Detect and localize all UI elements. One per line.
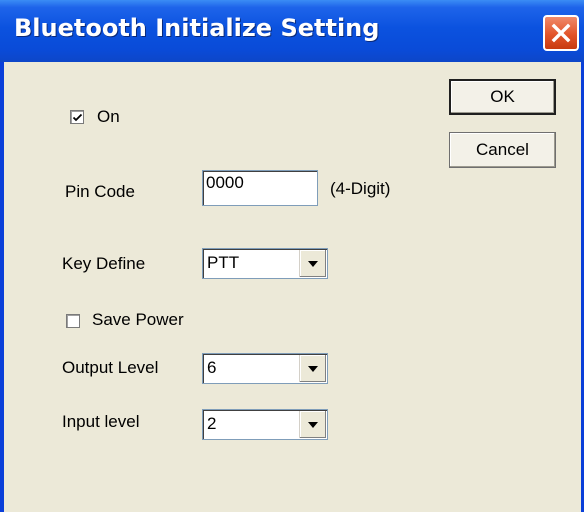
output-level-select[interactable]: 6 [202,353,328,384]
on-checkbox[interactable] [70,110,84,124]
key-define-label: Key Define [62,254,146,273]
pin-code-hint: (4-Digit) [330,179,391,198]
on-label: On [97,107,120,126]
output-level-value: 6 [207,358,217,377]
pin-code-input[interactable]: 0000 [202,170,318,206]
window-title: Bluetooth Initialize Setting [14,14,380,42]
output-level-label: Output Level [62,358,159,377]
dialog-window: Bluetooth Initialize Setting OK Cancel O… [0,0,584,512]
close-icon [550,22,572,44]
check-icon [72,113,83,122]
pin-code-label: Pin Code [65,182,135,201]
chevron-down-icon [308,365,318,372]
title-bar[interactable]: Bluetooth Initialize Setting [0,0,584,62]
save-power-checkbox[interactable] [66,314,80,328]
ok-button[interactable]: OK [449,79,556,115]
close-button[interactable] [543,15,579,51]
input-level-value: 2 [207,414,217,433]
key-define-value: PTT [207,253,240,272]
output-level-dropdown-button[interactable] [299,355,326,382]
key-define-select[interactable]: PTT [202,248,328,279]
chevron-down-icon [308,421,318,428]
save-power-label: Save Power [92,310,184,329]
input-level-label: Input level [62,412,140,431]
dialog-body: OK Cancel On Pin Code 0000 (4-Digit) Key… [4,62,581,512]
input-level-select[interactable]: 2 [202,409,328,440]
cancel-button[interactable]: Cancel [449,132,556,168]
key-define-dropdown-button[interactable] [299,250,326,277]
chevron-down-icon [308,260,318,267]
input-level-dropdown-button[interactable] [299,411,326,438]
